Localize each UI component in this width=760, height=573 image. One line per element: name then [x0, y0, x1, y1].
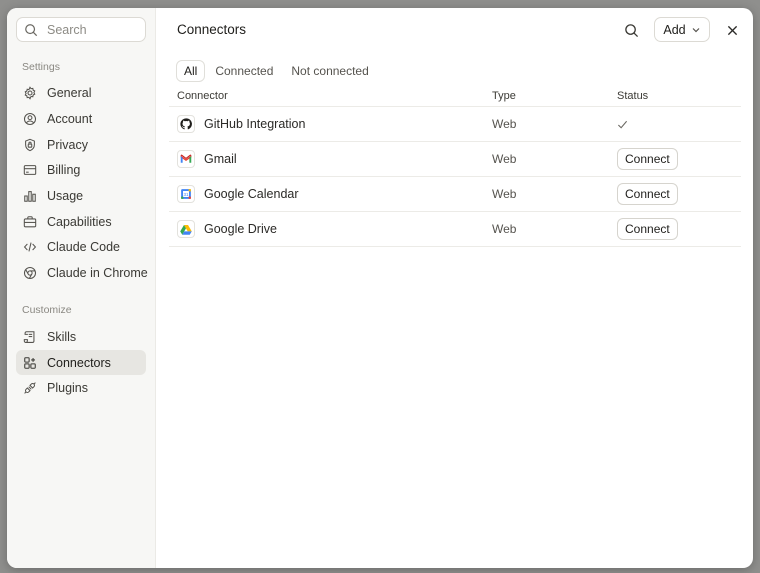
close-button[interactable] [723, 21, 741, 39]
search-icon [25, 23, 38, 36]
connector-name-cell: Gmail [169, 150, 492, 168]
page-title: Connectors [177, 22, 247, 37]
sidebar-item-connectors[interactable]: Connectors [16, 350, 146, 375]
close-icon [727, 25, 737, 35]
connector-name: Google Calendar [204, 187, 299, 201]
filter-tabs: All Connected Not connected [176, 60, 377, 82]
plug-icon [24, 381, 36, 394]
scroll-icon [23, 330, 35, 343]
user-circle-icon [23, 112, 37, 125]
search-icon [624, 23, 638, 37]
checkmark-icon [617, 120, 628, 129]
code-icon [23, 242, 37, 251]
connect-button[interactable]: Connect [617, 183, 678, 205]
connector-type: Web [492, 152, 517, 166]
sidebar-search[interactable] [16, 17, 146, 42]
briefcase-icon [23, 215, 37, 227]
connector-name: GitHub Integration [204, 117, 306, 131]
connect-button[interactable]: Connect [617, 148, 678, 170]
connector-status-cell: Connect [617, 183, 741, 205]
chrome-icon [23, 266, 37, 279]
add-button[interactable]: Add [654, 17, 710, 42]
connector-name-cell: Google Drive [169, 220, 492, 238]
sidebar: Settings General Account Privacy Billing… [7, 8, 156, 568]
table-row: Google Drive Web Connect [169, 212, 741, 247]
sidebar-item-usage[interactable]: Usage [16, 183, 146, 208]
table-row: Gmail Web Connect [169, 142, 741, 177]
connector-name-cell: GitHub Integration [169, 115, 492, 133]
shield-icon [25, 138, 35, 151]
column-header-type: Type [492, 89, 516, 102]
google-drive-icon [177, 220, 195, 238]
svg-text:31: 31 [183, 192, 189, 197]
connector-status-cell: Connect [617, 148, 741, 170]
sidebar-item-label: Capabilities [47, 214, 112, 229]
google-calendar-icon: 31 [177, 185, 195, 203]
search-button[interactable] [622, 21, 640, 39]
settings-section-label: Settings [22, 61, 60, 73]
tab-all[interactable]: All [176, 60, 206, 82]
customize-section-label: Customize [22, 304, 72, 316]
gear-icon [24, 85, 36, 100]
bar-chart-icon [24, 190, 36, 202]
sidebar-item-label: Account [47, 111, 93, 126]
sidebar-item-label: Claude in Chrome [47, 265, 148, 280]
sidebar-item-label: Plugins [47, 380, 88, 395]
connect-button[interactable]: Connect [617, 218, 678, 240]
settings-modal: Settings General Account Privacy Billing… [7, 8, 753, 568]
connector-name-cell: 31 Google Calendar [169, 185, 492, 203]
table-row: GitHub Integration Web [169, 107, 741, 142]
connector-type: Web [492, 187, 517, 201]
main-panel: Connectors Add All Connected Not connect… [156, 8, 753, 568]
sidebar-item-label: Usage [47, 188, 84, 203]
sidebar-item-capabilities[interactable]: Capabilities [16, 209, 146, 234]
search-input[interactable] [47, 22, 137, 37]
connectors-grid-icon [24, 356, 36, 369]
connectors-table: Connector Type Status GitHub Integration… [169, 85, 741, 247]
sidebar-item-claude-code[interactable]: Claude Code [16, 234, 146, 259]
connector-type: Web [492, 222, 517, 236]
table-header: Connector Type Status [169, 85, 741, 107]
connector-type: Web [492, 117, 517, 131]
sidebar-item-label: General [47, 85, 92, 100]
tab-not-connected[interactable]: Not connected [283, 60, 376, 82]
table-row: 31 Google Calendar Web Connect [169, 177, 741, 212]
sidebar-item-label: Claude Code [47, 239, 120, 254]
column-header-status: Status [617, 89, 649, 102]
sidebar-item-label: Skills [47, 329, 77, 344]
gmail-icon [177, 150, 195, 168]
credit-card-icon [23, 164, 37, 175]
sidebar-item-billing[interactable]: Billing [16, 157, 146, 182]
connector-status-cell [617, 119, 741, 130]
sidebar-item-label: Connectors [47, 355, 111, 370]
sidebar-item-general[interactable]: General [16, 80, 146, 105]
add-button-label: Add [663, 22, 686, 37]
sidebar-item-label: Privacy [47, 137, 88, 152]
github-icon [177, 115, 195, 133]
chevron-down-icon [692, 27, 700, 32]
connector-name: Google Drive [204, 222, 277, 236]
column-header-connector: Connector [177, 89, 228, 102]
sidebar-item-skills[interactable]: Skills [16, 324, 146, 349]
sidebar-item-label: Billing [47, 162, 81, 177]
connector-status-cell: Connect [617, 218, 741, 240]
sidebar-item-plugins[interactable]: Plugins [16, 375, 146, 400]
tab-connected[interactable]: Connected [207, 60, 281, 82]
sidebar-item-privacy[interactable]: Privacy [16, 132, 146, 157]
sidebar-item-account[interactable]: Account [16, 106, 146, 131]
sidebar-item-claude-in-chrome[interactable]: Claude in Chrome [16, 260, 148, 285]
connector-name: Gmail [204, 152, 237, 166]
